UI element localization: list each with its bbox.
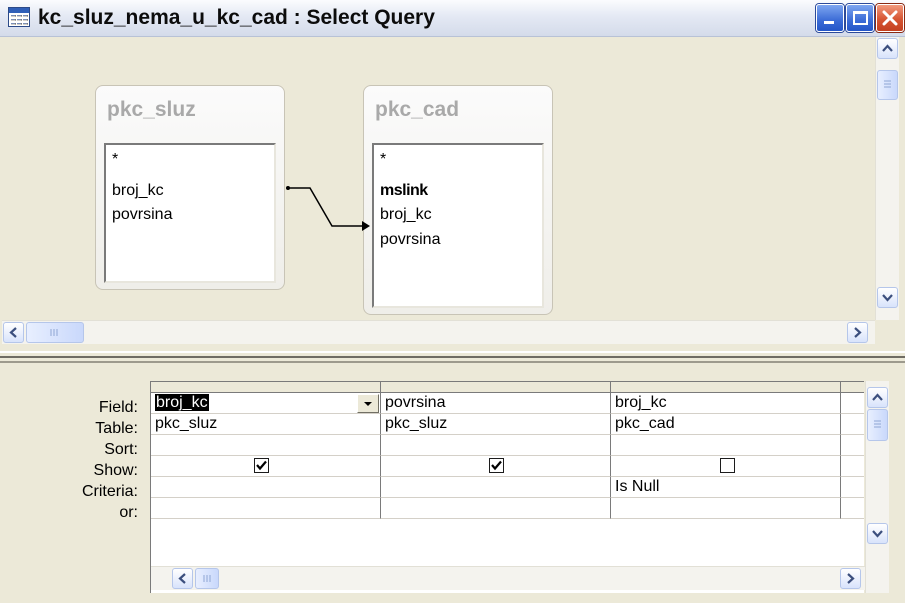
empty-cell[interactable] [841, 477, 864, 498]
checkmark-icon [491, 460, 502, 471]
field-dropdown-button[interactable] [357, 394, 379, 413]
scroll-left-button[interactable] [172, 568, 193, 589]
empty-cell[interactable] [841, 393, 864, 414]
show-cell[interactable] [611, 456, 841, 477]
pane-splitter[interactable] [0, 351, 905, 363]
table-cell[interactable]: pkc_cad [611, 414, 841, 435]
field-value-selected[interactable]: broj_kc [155, 394, 209, 411]
empty-cell[interactable] [841, 435, 864, 456]
scroll-thumb[interactable] [877, 70, 898, 100]
grip-icon [874, 420, 881, 428]
splitter-line [0, 356, 905, 358]
scroll-right-button[interactable] [840, 568, 861, 589]
field-list-title[interactable]: pkc_sluz [107, 98, 196, 122]
empty-cell[interactable] [841, 456, 864, 477]
row-label-sort: Sort: [104, 441, 138, 458]
table-cell[interactable]: pkc_sluz [151, 414, 381, 435]
chevron-right-icon [854, 327, 862, 338]
field-cell[interactable]: broj_kc [151, 393, 381, 414]
criteria-cell[interactable] [381, 477, 611, 498]
maximize-button[interactable] [846, 4, 874, 32]
chevron-left-icon [9, 327, 17, 338]
table-pane[interactable]: pkc_sluz * broj_kc povrsina pkc_cad * ms… [2, 37, 902, 349]
column-selector-4[interactable] [841, 382, 864, 393]
field-list-body[interactable]: * mslink broj_kc povrsina [372, 143, 544, 308]
field-cell[interactable]: broj_kc [611, 393, 841, 414]
field-list-pkc-cad[interactable]: pkc_cad * mslink broj_kc povrsina [363, 85, 553, 315]
or-cell[interactable] [381, 498, 611, 519]
scroll-up-button[interactable] [867, 387, 888, 408]
or-cell[interactable] [611, 498, 841, 519]
chevron-down-icon [364, 402, 372, 406]
scroll-thumb[interactable] [26, 322, 84, 343]
query-icon [8, 7, 30, 27]
sort-cell[interactable] [611, 435, 841, 456]
scroll-right-button[interactable] [847, 322, 868, 343]
show-checkbox[interactable] [489, 458, 504, 473]
minimize-button[interactable] [816, 4, 844, 32]
column-selector-1[interactable] [151, 382, 381, 393]
field-item-mslink[interactable]: mslink [380, 181, 428, 201]
table-canvas[interactable]: pkc_sluz * broj_kc povrsina pkc_cad * ms… [2, 37, 872, 317]
maximize-icon [853, 11, 868, 25]
sort-cell[interactable] [151, 435, 381, 456]
show-cell[interactable] [151, 456, 381, 477]
field-item-broj-kc[interactable]: broj_kc [112, 181, 164, 201]
upper-horizontal-scrollbar[interactable] [2, 320, 875, 344]
row-label-field: Field: [98, 399, 138, 416]
field-list-body[interactable]: * broj_kc povrsina [104, 143, 276, 283]
column-selector-3[interactable] [611, 382, 841, 393]
field-cell[interactable]: povrsina [381, 393, 611, 414]
design-grid[interactable]: broj_kc pkc_sluz povrsina pkc_sluz broj_… [150, 381, 864, 593]
grip-icon [884, 80, 891, 88]
empty-cell[interactable] [841, 498, 864, 519]
row-label-show: Show: [93, 462, 138, 479]
sort-cell[interactable] [381, 435, 611, 456]
grip-icon [50, 329, 58, 336]
field-list-title[interactable]: pkc_cad [375, 98, 459, 122]
scroll-thumb[interactable] [867, 409, 888, 441]
chevron-left-icon [178, 573, 186, 584]
row-label-or: or: [119, 504, 138, 521]
criteria-cell[interactable] [151, 477, 381, 498]
grip-icon [203, 575, 211, 582]
empty-cell[interactable] [841, 414, 864, 435]
criteria-cell[interactable]: Is Null [611, 477, 841, 498]
title-bar[interactable]: kc_sluz_nema_u_kc_cad : Select Query [0, 0, 905, 37]
relationship-join-line[interactable] [282, 182, 377, 232]
row-label-criteria: Criteria: [81, 483, 138, 500]
show-checkbox[interactable] [720, 458, 735, 473]
minimize-icon [824, 21, 834, 24]
show-cell[interactable] [381, 456, 611, 477]
field-item-star[interactable]: * [112, 150, 118, 170]
chevron-down-icon [872, 530, 883, 538]
scroll-down-button[interactable] [867, 523, 888, 544]
row-label-table: Table: [95, 420, 138, 437]
window-title: kc_sluz_nema_u_kc_cad : Select Query [38, 6, 435, 29]
grid-horizontal-scrollbar[interactable] [151, 566, 865, 590]
scroll-down-button[interactable] [877, 287, 898, 308]
or-cell[interactable] [151, 498, 381, 519]
field-item-broj-kc[interactable]: broj_kc [380, 205, 432, 225]
chevron-right-icon [847, 573, 855, 584]
chevron-down-icon [882, 294, 893, 302]
field-item-povrsina[interactable]: povrsina [112, 205, 172, 225]
scroll-up-button[interactable] [877, 38, 898, 59]
scroll-left-button[interactable] [3, 322, 24, 343]
show-checkbox[interactable] [254, 458, 269, 473]
upper-vertical-scrollbar[interactable] [875, 37, 899, 320]
checkmark-icon [256, 460, 267, 471]
field-list-pkc-sluz[interactable]: pkc_sluz * broj_kc povrsina [95, 85, 285, 290]
grid-vertical-scrollbar[interactable] [865, 381, 889, 593]
field-item-star[interactable]: * [380, 150, 386, 170]
column-selector-2[interactable] [381, 382, 611, 393]
chevron-up-icon [872, 393, 883, 401]
query-design-window: kc_sluz_nema_u_kc_cad : Select Query pkc… [0, 0, 905, 603]
field-item-povrsina[interactable]: povrsina [380, 230, 440, 250]
chevron-up-icon [882, 44, 893, 52]
table-cell[interactable]: pkc_sluz [381, 414, 611, 435]
close-button[interactable] [876, 4, 904, 32]
scroll-thumb[interactable] [195, 568, 219, 589]
close-icon [882, 10, 898, 26]
